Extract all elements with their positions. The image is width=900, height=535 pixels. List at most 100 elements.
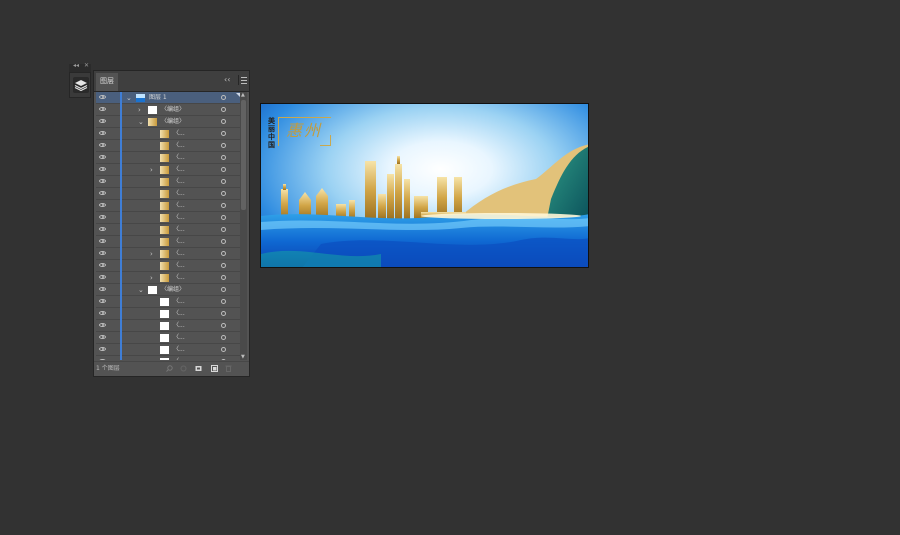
layer-row[interactable]: 〈... [96,188,240,200]
layer-name[interactable]: 〈编组〉 [161,284,185,296]
delete-icon[interactable] [225,365,232,372]
layer-name[interactable]: 〈... [173,332,185,344]
layer-name[interactable]: 〈... [173,320,185,332]
visibility-eye-icon[interactable] [99,203,106,207]
target-circle-icon[interactable] [221,347,226,352]
layer-row[interactable]: 〈... [96,212,240,224]
layer-name[interactable]: 〈... [173,128,185,140]
visibility-eye-icon[interactable] [99,191,106,195]
layer-row[interactable]: 〈... [96,332,240,344]
visibility-eye-icon[interactable] [99,239,106,243]
layer-row[interactable]: ⌄ 〈编组〉 [96,284,240,296]
layer-row[interactable]: 〈... [96,356,240,360]
target-circle-icon[interactable] [221,323,226,328]
layer-row-selected[interactable]: ⌄ 图层 1 [96,92,240,104]
layer-row[interactable]: ⌄ 〈编组〉 [96,116,240,128]
target-circle-icon[interactable] [221,203,226,208]
layer-name[interactable]: 〈... [173,296,185,308]
target-circle-icon[interactable] [221,95,226,100]
layer-name[interactable]: 〈... [173,308,185,320]
target-circle-icon[interactable] [221,299,226,304]
target-circle-icon[interactable] [221,167,226,172]
collect-export-icon[interactable] [180,365,187,372]
visibility-eye-icon[interactable] [99,119,106,123]
target-circle-icon[interactable] [221,227,226,232]
visibility-eye-icon[interactable] [99,227,106,231]
chevron-down-icon[interactable]: ⌄ [138,116,144,128]
tab-layers[interactable]: 图层 [96,73,118,91]
scroll-up-icon[interactable]: ▲ [241,92,245,98]
chevron-down-icon[interactable]: ⌄ [138,284,144,296]
layer-name[interactable]: 〈... [173,272,185,284]
target-circle-icon[interactable] [221,275,226,280]
artboard[interactable]: 美丽中国 惠州 [260,103,589,268]
layer-name[interactable]: 〈... [173,164,185,176]
visibility-eye-icon[interactable] [99,131,106,135]
visibility-eye-icon[interactable] [99,323,106,327]
layer-name[interactable]: 〈... [173,176,185,188]
clipping-mask-icon[interactable] [195,365,202,372]
chevron-right-icon[interactable]: › [150,272,153,284]
layer-row[interactable]: › 〈... [96,272,240,284]
layer-name[interactable]: 图层 1 [149,92,167,104]
layer-name[interactable]: 〈... [173,260,185,272]
chevron-right-icon[interactable]: › [150,164,153,176]
target-circle-icon[interactable] [221,131,226,136]
layer-row[interactable]: 〈... [96,200,240,212]
target-circle-icon[interactable] [221,335,226,340]
target-circle-icon[interactable] [221,359,226,360]
chevron-right-icon[interactable]: › [150,248,153,260]
layer-name[interactable]: 〈... [173,152,185,164]
scroll-thumb[interactable] [241,100,246,210]
new-sublayer-icon[interactable] [211,365,218,372]
layer-name[interactable]: 〈... [173,200,185,212]
layer-name[interactable]: 〈... [173,188,185,200]
visibility-eye-icon[interactable] [99,251,106,255]
target-circle-icon[interactable] [221,179,226,184]
layer-name[interactable]: 〈... [173,248,185,260]
layer-name[interactable]: 〈编组〉 [161,116,185,128]
layer-row[interactable]: 〈... [96,128,240,140]
layer-row[interactable]: 〈... [96,260,240,272]
collapse-panel-icon[interactable]: ‹‹ [224,74,230,86]
layer-row[interactable]: › 〈... [96,164,240,176]
layer-row[interactable]: 〈... [96,224,240,236]
layer-row[interactable]: 〈... [96,344,240,356]
layer-name[interactable]: 〈编组〉 [161,104,185,116]
layer-row[interactable]: 〈... [96,308,240,320]
visibility-eye-icon[interactable] [99,167,106,171]
close-icon[interactable]: ✕ [84,62,89,69]
chevron-down-icon[interactable]: ⌄ [126,92,132,104]
layer-row[interactable]: › 〈编组〉 [96,104,240,116]
layer-row[interactable]: 〈... [96,320,240,332]
target-circle-icon[interactable] [221,251,226,256]
target-circle-icon[interactable] [221,107,226,112]
layer-name[interactable]: 〈... [173,236,185,248]
visibility-eye-icon[interactable] [99,263,106,267]
visibility-eye-icon[interactable] [99,95,106,99]
layers-scrollbar[interactable]: ▲ ▼ [240,92,247,360]
visibility-eye-icon[interactable] [99,299,106,303]
layer-row[interactable]: 〈... [96,176,240,188]
target-circle-icon[interactable] [221,119,226,124]
layer-name[interactable]: 〈... [173,212,185,224]
layer-name[interactable]: 〈... [173,224,185,236]
target-circle-icon[interactable] [221,191,226,196]
search-icon[interactable] [166,365,173,372]
visibility-eye-icon[interactable] [99,347,106,351]
collapse-icon[interactable]: ◂◂ [73,62,79,69]
layer-row[interactable]: › 〈... [96,248,240,260]
visibility-eye-icon[interactable] [99,155,106,159]
target-circle-icon[interactable] [221,287,226,292]
visibility-eye-icon[interactable] [99,311,106,315]
visibility-eye-icon[interactable] [99,275,106,279]
visibility-eye-icon[interactable] [99,215,106,219]
target-circle-icon[interactable] [221,143,226,148]
target-circle-icon[interactable] [221,215,226,220]
visibility-eye-icon[interactable] [99,179,106,183]
layer-row[interactable]: 〈... [96,296,240,308]
layer-name[interactable]: 〈... [173,344,185,356]
chevron-right-icon[interactable]: › [138,104,141,116]
target-circle-icon[interactable] [221,311,226,316]
target-circle-icon[interactable] [221,239,226,244]
